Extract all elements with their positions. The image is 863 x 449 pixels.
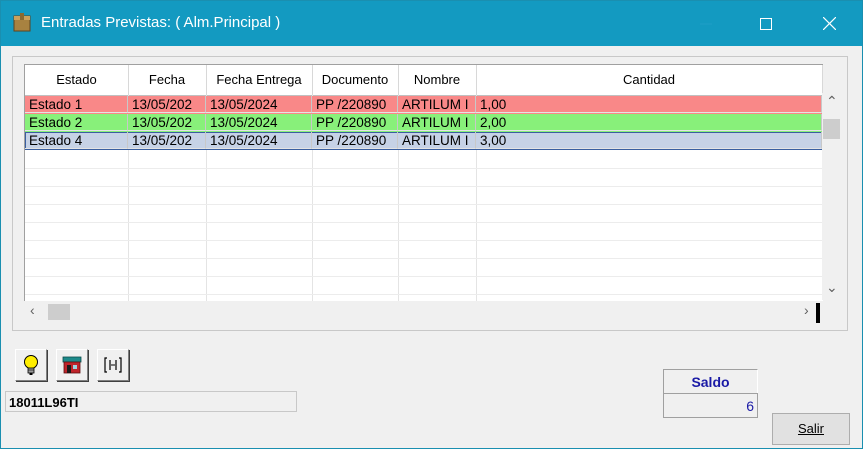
cell-nombre[interactable]: ARTILUM I	[398, 132, 476, 149]
horizontal-scrollbar[interactable]: ‹ ›	[24, 301, 822, 323]
lightbulb-button[interactable]	[15, 349, 47, 381]
cell-cantidad[interactable]: 3,00	[476, 132, 822, 149]
salir-button[interactable]: Salir	[772, 413, 850, 445]
status-code: 18011L96TI	[5, 391, 297, 412]
cell-fecha[interactable]: 13/05/202	[128, 96, 206, 113]
maximize-icon	[760, 17, 772, 30]
empty-row	[25, 186, 823, 205]
column-header-fecha-entrega[interactable]: Fecha Entrega	[206, 65, 313, 95]
cell-documento[interactable]: PP /220890	[312, 114, 398, 131]
saldo-value: 6	[663, 393, 758, 418]
cell-fecha-entrega[interactable]: 13/05/2024	[206, 114, 312, 131]
column-header-cantidad[interactable]: Cantidad	[476, 65, 823, 95]
cell-fecha-entrega[interactable]: 13/05/2024	[206, 96, 312, 113]
cell-documento[interactable]: PP /220890	[312, 96, 398, 113]
salir-label: Salir	[797, 421, 824, 436]
column-width-icon	[104, 357, 122, 373]
cell-estado[interactable]: Estado 4	[25, 132, 128, 149]
empty-row	[25, 150, 823, 169]
table-row[interactable]: Estado 1 13/05/202 13/05/2024 PP /220890 ART…	[25, 96, 823, 114]
scroll-down-icon[interactable]: ⌄	[826, 279, 838, 296]
vertical-scrollbar[interactable]: ⌃ ⌄	[822, 93, 841, 300]
column-header-fecha[interactable]: Fecha	[128, 65, 207, 95]
scroll-right-icon[interactable]: ›	[804, 302, 809, 318]
cell-estado[interactable]: Estado 1	[25, 96, 128, 113]
saldo-label: Saldo	[663, 369, 758, 393]
table-row[interactable]: Estado 4 13/05/202 13/05/2024 PP /220890 ART…	[25, 132, 823, 150]
close-button[interactable]	[806, 1, 852, 46]
column-width-button[interactable]	[97, 349, 129, 381]
column-header-documento[interactable]: Documento	[312, 65, 399, 95]
column-header-nombre[interactable]: Nombre	[398, 65, 477, 95]
cell-cantidad[interactable]: 2,00	[476, 114, 822, 131]
table-row[interactable]: Estado 2 13/05/202 13/05/2024 PP /220890 ART…	[25, 114, 823, 132]
window-title: Entradas Previstas: ( Alm.Principal )	[41, 14, 281, 31]
cell-fecha[interactable]: 13/05/202	[128, 114, 206, 131]
empty-row	[25, 240, 823, 259]
minimize-icon	[700, 23, 712, 24]
horizontal-scroll-thumb[interactable]	[48, 304, 70, 320]
scroll-up-icon[interactable]: ⌃	[826, 93, 838, 110]
column-header-estado[interactable]: Estado	[25, 65, 129, 95]
cell-nombre[interactable]: ARTILUM I	[398, 96, 476, 113]
data-grid[interactable]: Estado Fecha Fecha Entrega Documento Nom…	[24, 64, 823, 301]
close-icon	[822, 17, 836, 30]
cell-documento[interactable]: PP /220890	[312, 132, 398, 149]
window: Entradas Previstas: ( Alm.Principal ) Es…	[0, 0, 863, 449]
store-button[interactable]	[56, 349, 88, 381]
minimize-button[interactable]	[683, 1, 729, 46]
cell-cantidad[interactable]: 1,00	[476, 96, 822, 113]
cell-fecha[interactable]: 13/05/202	[128, 132, 206, 149]
empty-row	[25, 222, 823, 241]
empty-row	[25, 168, 823, 187]
scroll-left-icon[interactable]: ‹	[30, 302, 35, 318]
grid-header: Estado Fecha Fecha Entrega Documento Nom…	[25, 65, 823, 96]
cell-estado[interactable]: Estado 2	[25, 114, 128, 131]
empty-row	[25, 204, 823, 223]
maximize-button[interactable]	[743, 1, 789, 46]
empty-row	[25, 258, 823, 277]
empty-row	[25, 276, 823, 295]
title-bar[interactable]: Entradas Previstas: ( Alm.Principal )	[1, 1, 862, 46]
column-resize-handle[interactable]	[816, 303, 820, 323]
store-icon	[62, 356, 82, 374]
cell-fecha-entrega[interactable]: 13/05/2024	[206, 132, 312, 149]
box-icon	[13, 13, 31, 32]
cell-nombre[interactable]: ARTILUM I	[398, 114, 476, 131]
vertical-scroll-thumb[interactable]	[823, 119, 840, 139]
lightbulb-icon	[24, 355, 38, 375]
